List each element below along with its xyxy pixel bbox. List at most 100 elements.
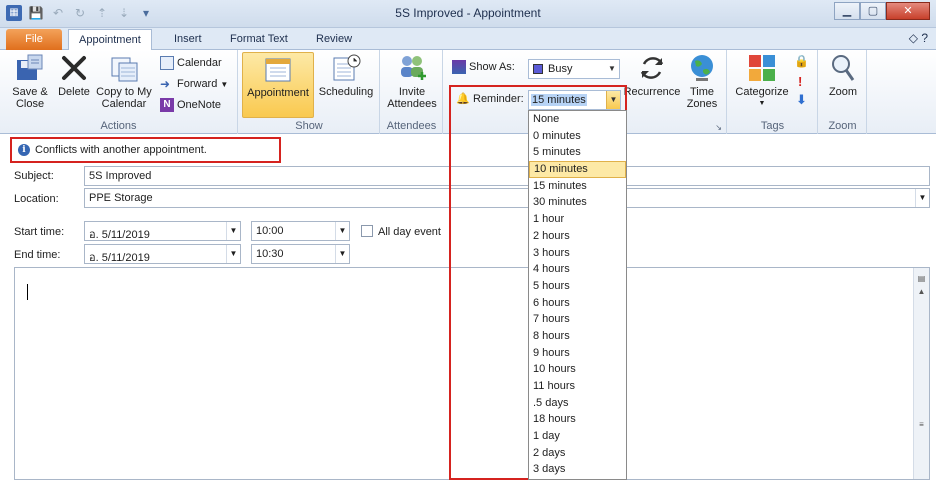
close-button[interactable]: ✕	[886, 2, 930, 20]
zoom-button[interactable]: Zoom	[823, 52, 863, 98]
reminder-option[interactable]: 9 hours	[529, 345, 626, 362]
tab-insert[interactable]: Insert	[164, 29, 212, 50]
invite-attendees-label: Invite Attendees	[387, 86, 437, 110]
start-date-picker[interactable]: อ. 5/11/2019 ▼	[84, 221, 241, 241]
start-time-picker[interactable]: 10:00 ▼	[251, 221, 350, 241]
window-controls: ▁ ▢ ✕	[834, 2, 930, 20]
categorize-button[interactable]: Categorize ▼	[732, 52, 792, 110]
reminder-option[interactable]: 1 day	[529, 428, 626, 445]
group-label-attendees: Attendees	[386, 120, 437, 132]
title-bar: ▦ 💾 ↶ ↻ ⇡ ⇣ ▾ 5S Improved - Appointment …	[0, 0, 936, 28]
show-as-dropdown[interactable]: Busy ▼	[528, 59, 620, 79]
chevron-down-icon[interactable]: ▼	[335, 245, 349, 263]
tab-review[interactable]: Review	[306, 29, 362, 50]
save-close-button[interactable]: Save & Close	[8, 52, 52, 110]
chevron-down-icon[interactable]: ▼	[226, 222, 240, 240]
end-date-picker[interactable]: อ. 5/11/2019 ▼	[84, 244, 241, 264]
tab-file[interactable]: File	[6, 29, 62, 50]
delete-button[interactable]: Delete	[56, 52, 92, 98]
ruler-toggle-icon[interactable]: ▤	[914, 274, 929, 283]
maximize-button[interactable]: ▢	[860, 2, 886, 20]
time-zones-button[interactable]: Time Zones	[682, 52, 722, 110]
reminder-option[interactable]: 30 minutes	[529, 194, 626, 211]
reminder-option[interactable]: 2 hours	[529, 228, 626, 245]
tab-appointment[interactable]: Appointment	[68, 29, 152, 50]
chevron-down-icon[interactable]: ▼	[226, 245, 240, 263]
end-time-picker[interactable]: 10:30 ▼	[251, 244, 350, 264]
appointment-view-label: Appointment	[247, 87, 309, 99]
onenote-button[interactable]: N OneNote	[160, 98, 221, 112]
show-as-label: Show As:	[469, 61, 515, 73]
calendar-icon	[160, 56, 174, 70]
chevron-down-icon: ▼	[220, 79, 229, 89]
dialog-launcher-icon[interactable]: ↘	[715, 123, 722, 132]
reminder-option[interactable]: 4 hours	[529, 261, 626, 278]
group-label-tags: Tags	[760, 120, 785, 132]
invite-attendees-button[interactable]: Invite Attendees	[383, 52, 441, 110]
onenote-icon: N	[160, 98, 174, 112]
time-zones-label: Time Zones	[686, 86, 718, 110]
subject-label: Subject:	[14, 170, 54, 182]
reminder-option[interactable]: 6 hours	[529, 295, 626, 312]
copy-to-calendar-button[interactable]: Copy to My Calendar	[94, 52, 154, 110]
reminder-value[interactable]: 15 minutes	[531, 94, 587, 106]
reminder-option[interactable]: .5 days	[529, 395, 626, 412]
calendar-button[interactable]: Calendar	[160, 56, 222, 70]
reminder-option[interactable]: 3 days	[529, 461, 626, 478]
low-importance-icon[interactable]: ⬇	[796, 92, 807, 108]
text-caret	[27, 284, 28, 300]
recurrence-button[interactable]: Recurrence	[622, 52, 682, 98]
scheduling-label: Scheduling	[318, 86, 374, 98]
reminder-option[interactable]: 1 hour	[529, 211, 626, 228]
reminder-option[interactable]: 18 hours	[529, 411, 626, 428]
chevron-down-icon[interactable]: ▼	[915, 189, 929, 207]
group-actions: Save & Close Delete Copy to My Calendar …	[0, 50, 238, 134]
high-importance-icon[interactable]: !	[798, 74, 802, 89]
scheduling-button[interactable]: Scheduling	[316, 52, 376, 98]
vertical-scrollbar[interactable]: ▤ ▲ ≡	[913, 268, 929, 479]
window-title: 5S Improved - Appointment	[395, 6, 541, 20]
reminder-option[interactable]: 10 hours	[529, 361, 626, 378]
chevron-down-icon: ▼	[608, 64, 616, 73]
reminder-option[interactable]: 5 hours	[529, 278, 626, 295]
location-input[interactable]: PPE Storage ▼	[84, 188, 930, 208]
location-label: Location:	[14, 193, 59, 205]
reminder-option[interactable]: 11 hours	[529, 378, 626, 395]
info-icon: i	[18, 144, 30, 156]
show-as-control: Show As:	[452, 60, 515, 74]
tab-format-text[interactable]: Format Text	[220, 29, 298, 50]
forward-label: Forward	[177, 78, 218, 90]
chevron-down-icon[interactable]: ▼	[335, 222, 349, 240]
reminder-dropdown[interactable]: 15 minutes ▼	[528, 90, 621, 110]
reminder-option[interactable]: 8 hours	[529, 328, 626, 345]
appointment-body-editor[interactable]: ▤ ▲ ≡	[14, 267, 930, 480]
reminder-option[interactable]: 5 minutes	[529, 144, 626, 161]
globe-icon	[691, 55, 713, 81]
reminder-option[interactable]: 0 minutes	[529, 128, 626, 145]
scroll-up-icon[interactable]: ▲	[914, 287, 929, 296]
scroll-grip-icon[interactable]: ≡	[914, 420, 929, 429]
forward-button[interactable]: ➜ Forward ▼	[160, 77, 228, 91]
reminder-dropdown-list[interactable]: None 0 minutes 5 minutes 10 minutes 15 minut…	[528, 110, 627, 480]
help-icon[interactable]: ◇ ?	[909, 31, 928, 45]
start-time-value: 10:00	[256, 225, 284, 237]
appointment-icon	[265, 58, 291, 82]
copy-calendar-icon	[111, 57, 138, 82]
appointment-view-button[interactable]: Appointment	[242, 52, 314, 118]
all-day-checkbox[interactable]	[361, 225, 373, 237]
reminder-option[interactable]: 10 minutes	[529, 161, 626, 178]
lock-icon[interactable]: 🔒	[794, 54, 809, 68]
subject-input[interactable]: 5S Improved	[84, 166, 930, 186]
reminder-label: Reminder:	[473, 93, 524, 105]
reminder-option[interactable]: 15 minutes	[529, 178, 626, 195]
reminder-option[interactable]: 3 hours	[529, 245, 626, 262]
conflict-infobar: i Conflicts with another appointment.	[10, 137, 281, 163]
reminder-option[interactable]: 2 days	[529, 445, 626, 462]
bell-icon: 🔔	[456, 93, 470, 105]
forward-icon: ➜	[160, 77, 171, 91]
reminder-option[interactable]: None	[529, 111, 626, 128]
reminder-option[interactable]: 7 hours	[529, 311, 626, 328]
delete-icon	[62, 56, 86, 80]
onenote-label: OneNote	[177, 99, 222, 111]
minimize-button[interactable]: ▁	[834, 2, 860, 20]
